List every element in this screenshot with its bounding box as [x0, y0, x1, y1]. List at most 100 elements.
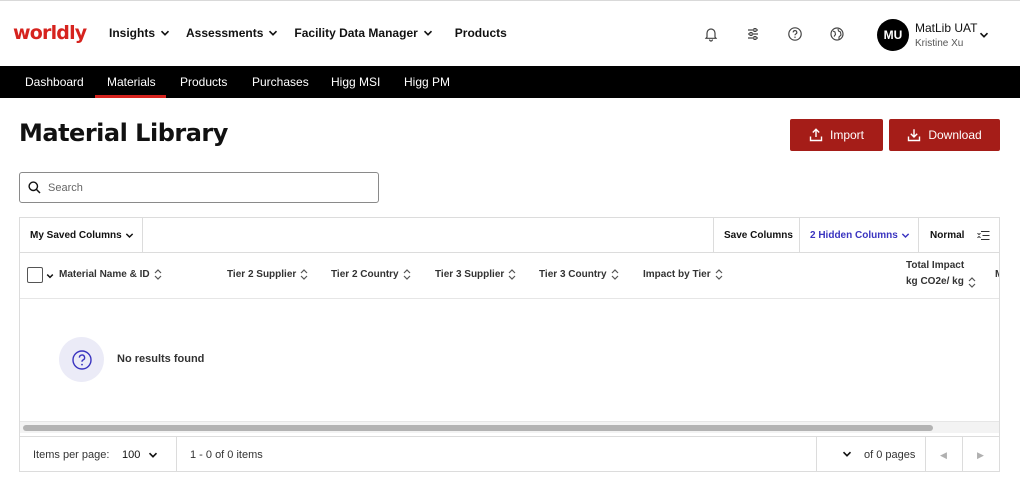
- column-label: Tier 3 Country: [539, 269, 607, 280]
- total-pages-text: of 0 pages: [864, 449, 916, 461]
- column-header-tier3-supplier[interactable]: Tier 3 Supplier: [435, 269, 516, 280]
- divider: [925, 437, 926, 471]
- items-per-page-select[interactable]: 100: [122, 449, 158, 461]
- horizontal-scrollbar[interactable]: [20, 421, 999, 433]
- tab-purchases[interactable]: Purchases: [252, 66, 309, 98]
- nav-products[interactable]: Products: [455, 26, 507, 40]
- search-icon: [28, 181, 41, 194]
- hidden-columns-label: 2 Hidden Columns: [810, 230, 898, 241]
- grid-header-row: Material Name & ID Tier 2 Supplier Tier …: [20, 254, 999, 299]
- column-label-line2: kg CO2e/ kg: [906, 276, 964, 287]
- items-per-page-value: 100: [122, 449, 141, 461]
- chevron-down-icon: [269, 30, 278, 36]
- divider: [713, 218, 714, 253]
- tab-products[interactable]: Products: [180, 66, 227, 98]
- divider: [799, 218, 800, 253]
- divider: [918, 218, 919, 253]
- saved-columns-label: My Saved Columns: [30, 230, 122, 241]
- sort-icon: [968, 276, 976, 288]
- column-label: Tier 2 Supplier: [227, 269, 297, 280]
- question-circle-icon: [71, 349, 92, 370]
- column-header-tier2-country[interactable]: Tier 2 Country: [331, 269, 411, 280]
- pagination-bar: Items per page: 100 1 - 0 of 0 items of …: [20, 436, 999, 471]
- bell-icon[interactable]: [703, 26, 719, 42]
- select-all-checkbox[interactable]: [27, 267, 43, 283]
- my-saved-columns-dropdown[interactable]: My Saved Columns: [30, 218, 134, 253]
- materials-grid: My Saved Columns Save Columns 2 Hidden C…: [19, 217, 1000, 472]
- chevron-down-icon[interactable]: [979, 30, 989, 40]
- density-dropdown[interactable]: Normal: [930, 218, 990, 253]
- column-label: Tier 2 Country: [331, 269, 399, 280]
- column-header-tier2-supplier[interactable]: Tier 2 Supplier: [227, 269, 308, 280]
- tab-higg-msi[interactable]: Higg MSI: [331, 66, 380, 98]
- density-label: Normal: [930, 230, 965, 241]
- page-title: Material Library: [19, 119, 228, 147]
- scrollbar-thumb[interactable]: [23, 425, 933, 431]
- previous-page-button[interactable]: ◀: [940, 450, 947, 461]
- nav-insights[interactable]: Insights: [109, 26, 170, 40]
- chevron-down-icon[interactable]: [46, 272, 54, 280]
- item-range-text: 1 - 0 of 0 items: [190, 449, 263, 461]
- sort-icon: [508, 269, 516, 280]
- sliders-icon[interactable]: [745, 26, 761, 42]
- chevron-down-icon: [149, 452, 158, 458]
- chevron-down-icon: [901, 233, 909, 239]
- help-icon[interactable]: [787, 26, 803, 42]
- divider: [176, 437, 177, 471]
- next-page-button[interactable]: ▶: [977, 450, 984, 461]
- tab-materials[interactable]: Materials: [95, 66, 166, 98]
- chevron-down-icon: [423, 30, 432, 36]
- sort-icon: [154, 269, 162, 280]
- hidden-columns-dropdown[interactable]: 2 Hidden Columns: [810, 218, 910, 253]
- column-header-truncated[interactable]: M: [995, 269, 999, 280]
- worldly-logo[interactable]: worldly: [13, 22, 87, 44]
- column-label: Tier 3 Supplier: [435, 269, 505, 280]
- divider: [962, 437, 963, 471]
- empty-state-icon-bg: [59, 337, 104, 382]
- save-columns-button[interactable]: Save Columns: [724, 218, 793, 253]
- tab-dashboard[interactable]: Dashboard: [25, 66, 84, 98]
- density-icon: [977, 230, 990, 241]
- nav-assessments[interactable]: Assessments: [186, 26, 278, 40]
- avatar[interactable]: MU: [877, 19, 909, 51]
- sort-icon: [403, 269, 411, 280]
- nav-label: Facility Data Manager: [294, 26, 418, 40]
- download-icon: [908, 129, 921, 142]
- grid-toolbar: My Saved Columns Save Columns 2 Hidden C…: [20, 218, 999, 253]
- sort-icon: [300, 269, 308, 280]
- column-header-total-impact[interactable]: Total Impact kg CO2e/ kg: [906, 258, 976, 290]
- download-button[interactable]: Download: [889, 119, 1000, 151]
- user-name[interactable]: MatLib UAT: [915, 21, 977, 35]
- tab-higg-pm[interactable]: Higg PM: [404, 66, 450, 98]
- top-nav: Insights Assessments Facility Data Manag…: [109, 26, 523, 40]
- import-label: Import: [829, 128, 864, 142]
- sub-nav: Dashboard Materials Products Purchases H…: [0, 66, 1020, 98]
- sort-icon: [715, 269, 723, 280]
- column-label: Impact by Tier: [643, 269, 711, 280]
- column-header-material-name[interactable]: Material Name & ID: [59, 269, 162, 280]
- column-header-impact-by-tier[interactable]: Impact by Tier: [643, 269, 723, 280]
- nav-label: Products: [454, 26, 507, 40]
- divider: [142, 218, 143, 253]
- chevron-down-icon: [125, 233, 133, 239]
- column-label: Material Name & ID: [59, 269, 150, 280]
- sort-icon: [611, 269, 619, 280]
- column-header-tier3-country[interactable]: Tier 3 Country: [539, 269, 619, 280]
- search-box[interactable]: [19, 172, 379, 203]
- nav-label: Assessments: [186, 26, 264, 40]
- nav-label: Insights: [109, 26, 156, 40]
- column-label-line1: Total Impact: [906, 260, 965, 271]
- nav-facility-data-manager[interactable]: Facility Data Manager: [294, 26, 432, 40]
- chevron-down-icon: [160, 30, 170, 36]
- user-subname: Kristine Xu: [915, 38, 964, 49]
- download-label: Download: [928, 128, 982, 142]
- search-input[interactable]: [48, 181, 348, 194]
- empty-state-message: No results found: [117, 353, 205, 365]
- chevron-down-icon: [842, 451, 852, 457]
- items-per-page-label: Items per page:: [33, 449, 110, 461]
- import-button[interactable]: Import: [790, 119, 883, 151]
- globe-icon[interactable]: [829, 26, 845, 42]
- page-select[interactable]: [842, 449, 852, 459]
- header-icons: [703, 26, 871, 42]
- upload-icon: [809, 128, 823, 142]
